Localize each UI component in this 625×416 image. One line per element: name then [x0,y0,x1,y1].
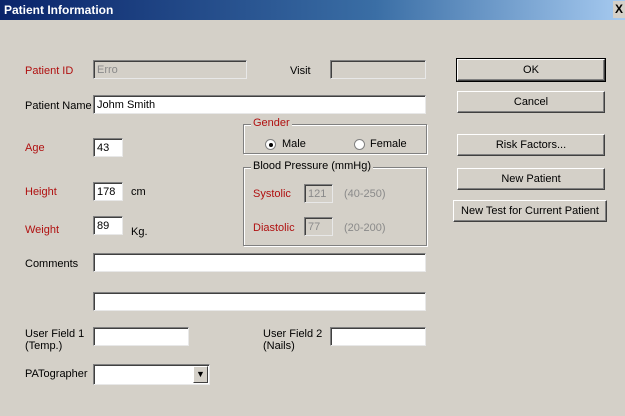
risk-factors-button[interactable]: Risk Factors... [457,134,605,156]
patient-id-field[interactable]: Erro [93,60,247,79]
comments-field-1[interactable] [93,253,426,272]
ok-button[interactable]: OK [456,58,606,82]
gender-male-radio[interactable] [265,139,276,150]
patient-id-label: Patient ID [25,65,74,77]
gender-male-label: Male [282,138,306,150]
user-field-1-label: User Field 1 (Temp.) [25,328,84,352]
visit-label: Visit [290,65,311,77]
diastolic-label: Diastolic [253,222,295,234]
radio-selected-dot [269,143,273,147]
user-field-2-label-line1: User Field 2 [263,328,323,340]
systolic-range: (40-250) [344,188,386,200]
comments-field-2[interactable] [93,292,426,311]
user-field-2-label-line2: (Nails) [263,340,295,352]
diastolic-range: (20-200) [344,222,386,234]
patographer-select[interactable]: ▼ [93,364,210,385]
age-label: Age [25,142,45,154]
visit-field[interactable] [330,60,426,79]
comments-label: Comments [25,258,79,270]
user-field-1-label-line2: (Temp.) [25,340,63,352]
height-unit: cm [131,186,146,198]
patient-name-label: Patient Name [25,100,92,112]
title-bar: Patient Information X [0,0,625,20]
age-field[interactable]: 43 [93,138,123,157]
blood-pressure-group [243,167,427,246]
weight-field[interactable]: 89 [93,216,123,235]
weight-label: Weight [25,224,60,236]
gender-female-radio[interactable] [354,139,365,150]
user-field-1-label-line1: User Field 1 [25,328,85,340]
cancel-button[interactable]: Cancel [457,91,605,113]
gender-female-label: Female [370,138,407,150]
user-field-2-label: User Field 2 (Nails) [263,328,322,352]
systolic-field[interactable]: 121 [304,184,333,203]
patient-name-field[interactable]: Johm Smith [93,95,426,114]
close-icon[interactable]: X [613,1,625,18]
gender-legend: Gender [251,117,292,129]
chevron-down-icon[interactable]: ▼ [193,366,208,383]
diastolic-field[interactable]: 77 [304,217,333,236]
height-label: Height [25,186,57,198]
window-title: Patient Information [4,3,114,17]
patographer-label: PATographer [25,368,88,380]
new-test-button[interactable]: New Test for Current Patient [453,200,607,222]
user-field-2-input[interactable] [330,327,426,346]
height-field[interactable]: 178 [93,182,123,201]
weight-unit: Kg. [131,226,148,238]
systolic-label: Systolic [253,188,291,200]
user-field-1-input[interactable] [93,327,189,346]
blood-pressure-legend: Blood Pressure (mmHg) [251,160,373,172]
new-patient-button[interactable]: New Patient [457,168,605,190]
